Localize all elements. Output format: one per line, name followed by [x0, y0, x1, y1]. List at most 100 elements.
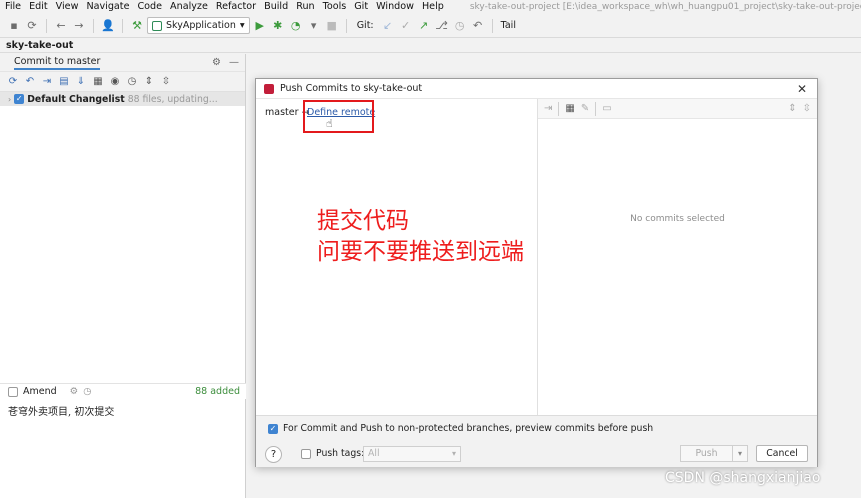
stop-icon[interactable]: ■: [324, 18, 340, 34]
commit-check-icon[interactable]: ✓: [398, 18, 414, 34]
changelist-checkbox[interactable]: ✓: [14, 94, 25, 104]
collapse-all-icon[interactable]: ⇳: [159, 75, 173, 89]
tags-select[interactable]: All ▾: [363, 446, 461, 462]
profile-dropdown-icon[interactable]: ▾: [306, 18, 322, 34]
chevron-down-icon[interactable]: ▾: [733, 446, 747, 461]
expand-all-icon[interactable]: ⇕: [142, 75, 156, 89]
hand-cursor-icon: ☝: [326, 117, 333, 130]
menu-window[interactable]: Window: [376, 1, 414, 12]
menu-file[interactable]: File: [5, 1, 21, 12]
tail-label[interactable]: Tail: [501, 20, 516, 31]
debug-icon[interactable]: ✱: [270, 18, 286, 34]
chevron-down-icon: ▾: [451, 449, 456, 458]
history-icon[interactable]: ◷: [125, 75, 139, 89]
amend-label: Amend: [23, 386, 57, 397]
push-tags-checkbox[interactable]: [301, 448, 311, 459]
dialog-footer: ✓ For Commit and Push to non-protected b…: [256, 415, 817, 467]
details-toolbar: ⇥ ▦ ✎ ▭ ⇕ ⇳: [538, 99, 817, 119]
highlight-box: [303, 100, 374, 133]
amend-bar: Amend ⚙ ◷ 88 added: [0, 383, 246, 399]
push-icon[interactable]: ↗: [416, 18, 432, 34]
preview-option-checkbox[interactable]: ✓: [268, 423, 278, 434]
annotation-line-2: 问要不要推送到远端: [317, 239, 524, 265]
watermark: CSDN @shangxianjiao: [665, 470, 821, 486]
toolbar-separator: [93, 18, 94, 33]
toolbar-separator: [345, 18, 347, 33]
changelist-row[interactable]: › ✓ Default Changelist 88 files, updatin…: [0, 92, 245, 106]
build-hammer-icon[interactable]: ⚒: [129, 18, 145, 34]
menu-build[interactable]: Build: [264, 1, 288, 12]
git-label: Git:: [356, 20, 374, 31]
push-button[interactable]: Push ▾: [680, 445, 748, 462]
push-button-label: Push: [681, 446, 733, 461]
help-button[interactable]: ?: [265, 446, 282, 463]
close-icon[interactable]: ✕: [797, 82, 807, 96]
amend-checkbox[interactable]: [8, 386, 18, 397]
gear-icon[interactable]: ⚙: [212, 57, 221, 68]
menu-analyze[interactable]: Analyze: [170, 1, 208, 12]
changelist-meta: 88 files, updating...: [127, 93, 218, 105]
commit-panel: Commit to master ⚙ — ⟳ ↶ ⇥ ▤ ⇓ ▦ ◉ ◷ ⇕ ⇳…: [0, 54, 246, 498]
menu-refactor[interactable]: Refactor: [216, 1, 256, 12]
diff-icon[interactable]: ▤: [57, 75, 71, 89]
menu-view[interactable]: View: [56, 1, 79, 12]
save-icon[interactable]: ▪: [6, 18, 22, 34]
coverage-icon[interactable]: ◔: [288, 18, 304, 34]
edit-icon[interactable]: ✎: [581, 103, 589, 114]
refresh-icon[interactable]: ⟳: [6, 75, 20, 89]
download-icon[interactable]: ⇓: [74, 75, 88, 89]
collapse-all-icon[interactable]: ⇳: [803, 103, 811, 114]
move-changes-icon[interactable]: ⇥: [40, 75, 54, 89]
rollback-icon[interactable]: ↶: [23, 75, 37, 89]
toolbar-separator: [122, 18, 123, 33]
toolbar-separator: [558, 101, 560, 116]
preview-option: ✓ For Commit and Push to non-protected b…: [268, 423, 653, 434]
breadcrumb[interactable]: sky-take-out: [0, 39, 861, 53]
move-icon[interactable]: ⇥: [544, 103, 552, 114]
menu-navigate[interactable]: Navigate: [86, 1, 129, 12]
minimize-icon[interactable]: —: [229, 57, 239, 68]
sync-icon[interactable]: ⟳: [24, 18, 40, 34]
menu-run[interactable]: Run: [296, 1, 314, 12]
gear-icon[interactable]: ⚙: [70, 386, 79, 397]
commit-panel-toolbar: ⟳ ↶ ⇥ ▤ ⇓ ▦ ◉ ◷ ⇕ ⇳: [0, 72, 245, 92]
history-icon[interactable]: ◷: [452, 18, 468, 34]
clock-icon[interactable]: ◷: [83, 386, 91, 397]
forward-icon[interactable]: →: [71, 18, 87, 34]
window-title: sky-take-out-project [E:\idea_workspace_…: [469, 1, 861, 12]
annotation-text: 提交代码 问要不要推送到远端: [317, 206, 524, 268]
commit-details-pane: ⇥ ▦ ✎ ▭ ⇕ ⇳ No commits selected: [538, 99, 817, 415]
tab-commit[interactable]: Commit to master: [14, 56, 101, 70]
chevron-right-icon[interactable]: ›: [8, 95, 11, 104]
git-branch-icon[interactable]: ⎇: [434, 18, 450, 34]
spring-icon: [152, 20, 162, 31]
toolbar-separator: [491, 18, 493, 33]
toolbar-separator: [46, 18, 47, 33]
preview-icon[interactable]: ▭: [602, 103, 611, 114]
run-config-select[interactable]: SkyApplication ▾: [147, 17, 250, 34]
menu-tools[interactable]: Tools: [323, 1, 347, 12]
added-count: 88 added: [195, 386, 240, 397]
user-icon[interactable]: 👤: [100, 18, 116, 34]
group-by-icon[interactable]: ▦: [91, 75, 105, 89]
group-by-icon[interactable]: ▦: [565, 103, 574, 114]
expand-all-icon[interactable]: ⇕: [788, 103, 796, 114]
run-config-label: SkyApplication: [166, 20, 236, 31]
menu-git[interactable]: Git: [354, 1, 368, 12]
empty-state-text: No commits selected: [630, 214, 725, 224]
preview-option-label: For Commit and Push to non-protected bra…: [283, 423, 654, 434]
dialog-title: Push Commits to sky-take-out: [280, 83, 423, 94]
update-project-icon[interactable]: ↙: [380, 18, 396, 34]
branch-name: master: [265, 107, 299, 118]
run-icon[interactable]: ▶: [252, 18, 268, 34]
cancel-button[interactable]: Cancel: [756, 445, 808, 462]
eye-icon[interactable]: ◉: [108, 75, 122, 89]
menu-help[interactable]: Help: [422, 1, 444, 12]
changelist-name: Default Changelist: [27, 93, 125, 105]
commit-message-input[interactable]: 苍穹外卖项目, 初次提交: [8, 403, 114, 418]
back-icon[interactable]: ←: [53, 18, 69, 34]
menu-code[interactable]: Code: [137, 1, 162, 12]
menu-edit[interactable]: Edit: [29, 1, 48, 12]
rollback-icon[interactable]: ↶: [470, 18, 486, 34]
push-commits-dialog: Push Commits to sky-take-out ✕ master → …: [255, 78, 818, 467]
